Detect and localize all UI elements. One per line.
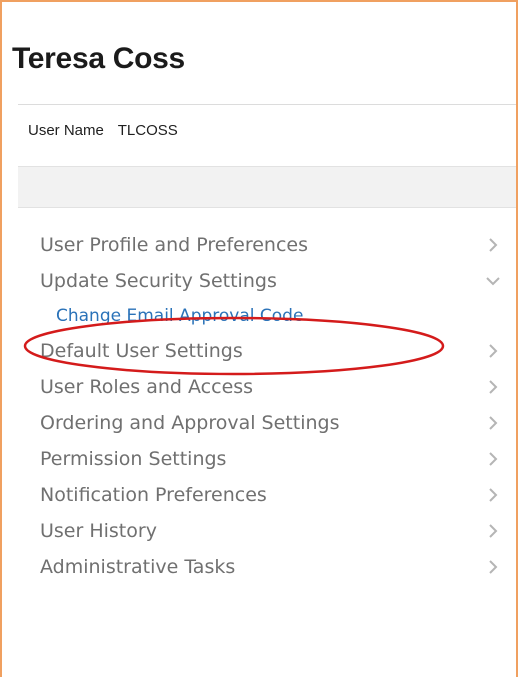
- menu-item-user-profile[interactable]: User Profile and Preferences: [18, 227, 516, 263]
- chevron-right-icon: [489, 524, 498, 538]
- settings-menu: User Profile and Preferences Update Secu…: [18, 227, 516, 585]
- account-settings-panel: Teresa Coss User Name TLCOSS User Profil…: [0, 0, 518, 677]
- menu-item-user-history[interactable]: User History: [18, 513, 516, 549]
- chevron-down-icon: [486, 277, 500, 286]
- section-band: [18, 166, 516, 208]
- menu-item-ordering-approval[interactable]: Ordering and Approval Settings: [18, 405, 516, 441]
- page-title: Teresa Coss: [12, 42, 185, 75]
- chevron-right-icon: [489, 344, 498, 358]
- menu-item-label: User Roles and Access: [40, 376, 254, 398]
- menu-item-label: User Profile and Preferences: [40, 234, 308, 256]
- chevron-right-icon: [489, 452, 498, 466]
- chevron-right-icon: [489, 488, 498, 502]
- username-value: TLCOSS: [117, 122, 178, 139]
- username-label: User Name: [28, 122, 104, 139]
- menu-item-permission-settings[interactable]: Permission Settings: [18, 441, 516, 477]
- menu-item-label: Administrative Tasks: [40, 556, 236, 578]
- chevron-right-icon: [489, 380, 498, 394]
- highlight-annotation-ellipse: [23, 316, 445, 376]
- menu-item-label: Ordering and Approval Settings: [40, 412, 340, 434]
- menu-item-label: User History: [40, 520, 157, 542]
- menu-item-security-settings[interactable]: Update Security Settings: [18, 263, 516, 299]
- menu-item-notification-preferences[interactable]: Notification Preferences: [18, 477, 516, 513]
- menu-item-label: Update Security Settings: [40, 270, 277, 292]
- menu-item-label: Permission Settings: [40, 448, 227, 470]
- chevron-right-icon: [489, 238, 498, 252]
- menu-item-administrative-tasks[interactable]: Administrative Tasks: [18, 549, 516, 585]
- chevron-right-icon: [489, 416, 498, 430]
- menu-item-label: Notification Preferences: [40, 484, 267, 506]
- username-row: User Name TLCOSS: [28, 122, 178, 139]
- header-divider: [18, 104, 516, 105]
- chevron-right-icon: [489, 560, 498, 574]
